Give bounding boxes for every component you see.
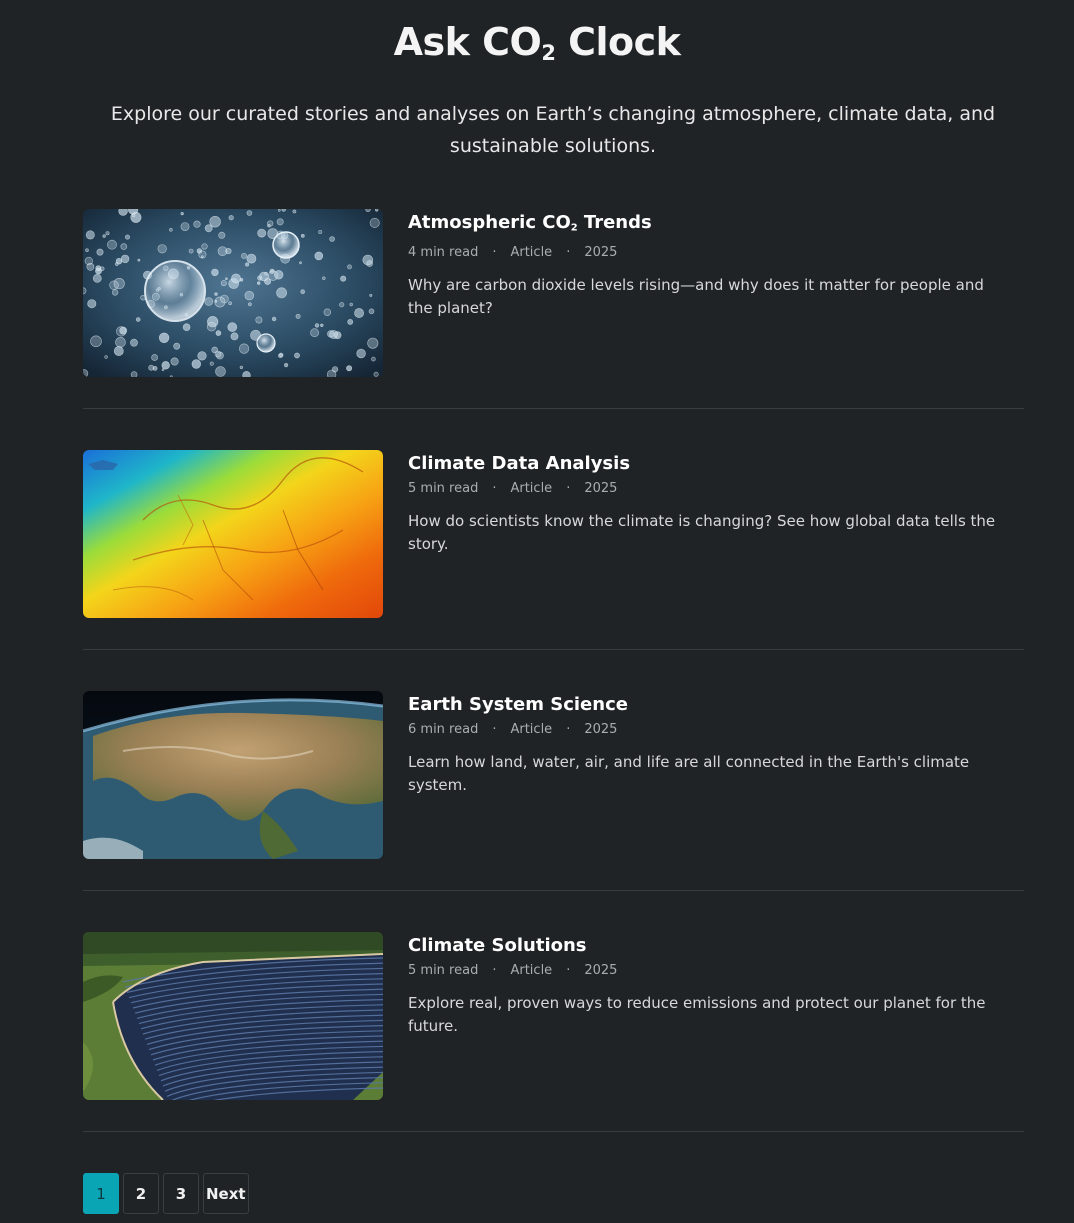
article-card[interactable]: Atmospheric CO2 Trends 4 min read · Articl… xyxy=(83,209,1024,409)
article-description: Explore real, proven ways to reduce emis… xyxy=(408,994,986,1035)
meta-separator: · xyxy=(492,963,497,978)
article-meta: 6 min read · Article · 2025 xyxy=(408,721,1024,739)
read-time: 5 min read xyxy=(408,481,479,496)
article-description: Why are carbon dioxide levels rising—and… xyxy=(408,276,984,318)
article-description: Learn how land, water, air, and life are… xyxy=(408,753,970,794)
article-body: Atmospheric CO2 Trends 4 min read · Articl… xyxy=(408,209,1024,320)
pagination: 1 2 3 Next xyxy=(83,1173,249,1214)
article-meta: 5 min read · Article · 2025 xyxy=(408,962,1024,980)
earth-image[interactable] xyxy=(83,691,383,859)
article-description: How do scientists know the climate is ch… xyxy=(408,512,996,553)
article-body: Climate Solutions 5 min read · Article · 202… xyxy=(408,932,1024,1038)
article-title[interactable]: Atmospheric CO2 Trends xyxy=(408,211,1024,240)
page-button-1[interactable]: 1 xyxy=(83,1173,119,1214)
article-title[interactable]: Earth System Science xyxy=(408,693,1024,717)
meta-separator: · xyxy=(492,245,497,261)
heatmap-image[interactable] xyxy=(83,450,383,618)
article-year: 2025 xyxy=(584,963,618,978)
article-list: Atmospheric CO2 Trends 4 min read · Articl… xyxy=(83,209,1024,1173)
read-time: 4 min read xyxy=(408,245,479,261)
page-subtitle: Explore our curated stories and analyses… xyxy=(110,103,996,157)
article-card[interactable]: Climate Data Analysis 5 min read · Article… xyxy=(83,450,1024,650)
meta-separator: · xyxy=(566,481,571,496)
meta-separator: · xyxy=(566,245,571,261)
solar-farm-image[interactable] xyxy=(83,932,383,1100)
bubbles-image[interactable] xyxy=(83,209,383,377)
read-time: 5 min read xyxy=(408,963,479,978)
meta-separator: · xyxy=(492,722,497,737)
article-meta: 5 min read · Article · 2025 xyxy=(408,480,1024,498)
article-year: 2025 xyxy=(584,481,618,496)
meta-separator: · xyxy=(566,722,571,737)
article-type: Article xyxy=(510,481,553,496)
page-title: Ask CO2 Clock xyxy=(393,20,681,66)
page-button-2[interactable]: 2 xyxy=(123,1173,159,1214)
article-body: Earth System Science 6 min read · Article ·… xyxy=(408,691,1024,797)
article-type: Article xyxy=(510,245,553,261)
meta-separator: · xyxy=(566,963,571,978)
page-button-3[interactable]: 3 xyxy=(163,1173,199,1214)
article-title[interactable]: Climate Data Analysis xyxy=(408,452,1024,476)
article-type: Article xyxy=(510,722,553,737)
article-card[interactable]: Climate Solutions 5 min read · Article · 202… xyxy=(83,932,1024,1132)
next-button[interactable]: Next xyxy=(203,1173,249,1214)
article-type: Article xyxy=(510,963,553,978)
meta-separator: · xyxy=(492,481,497,496)
article-body: Climate Data Analysis 5 min read · Article… xyxy=(408,450,1024,556)
article-title[interactable]: Climate Solutions xyxy=(408,934,1024,958)
read-time: 6 min read xyxy=(408,722,479,737)
article-year: 2025 xyxy=(584,245,618,261)
article-year: 2025 xyxy=(584,722,618,737)
page: Ask CO2 Clock Explore our curated storie… xyxy=(0,0,1074,1223)
article-card[interactable]: Earth System Science 6 min read · Article ·… xyxy=(83,691,1024,891)
article-meta: 4 min read · Article · 2025 xyxy=(408,244,1024,262)
